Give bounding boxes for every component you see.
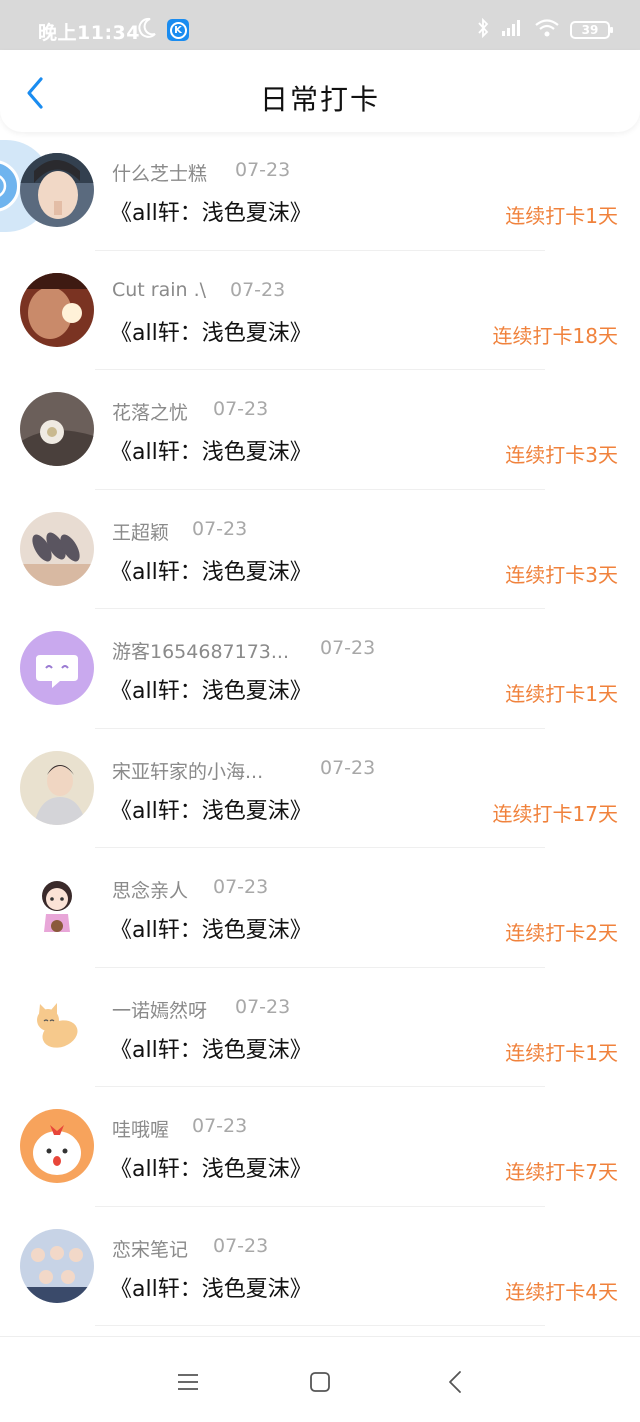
checkin-date: 07-23 bbox=[320, 756, 376, 779]
book-title[interactable]: 《all轩：浅色夏沫》 bbox=[110, 315, 312, 347]
avatar[interactable] bbox=[20, 750, 94, 825]
page-title: 日常打卡 bbox=[259, 83, 380, 116]
streak-count: 连续打卡17天 bbox=[492, 801, 618, 826]
streak-count: 连续打卡4天 bbox=[505, 1279, 618, 1304]
checkin-date: 07-23 bbox=[192, 517, 248, 540]
status-indicators: 39 bbox=[476, 17, 613, 42]
item-meta: 王超颖 07-23 bbox=[112, 518, 247, 545]
user-name[interactable]: 思念亲人 bbox=[112, 876, 188, 903]
back-nav-button[interactable] bbox=[440, 1367, 470, 1397]
list-item[interactable]: Cut rain .\ 07-23 《all轩：浅色夏沫》 连续打卡18天 bbox=[0, 251, 640, 370]
signal-icon bbox=[500, 18, 524, 42]
checkin-date: 07-23 bbox=[192, 1115, 248, 1137]
square-home-icon bbox=[310, 1372, 330, 1392]
item-meta: 思念亲人 07-23 bbox=[112, 876, 268, 903]
user-name[interactable]: 什么芝士糕 bbox=[112, 159, 207, 186]
divider bbox=[95, 1325, 545, 1326]
avatar[interactable] bbox=[20, 511, 94, 586]
list-item[interactable]: 什么芝士糕 07-23 《all轩：浅色夏沫》 连续打卡1天 bbox=[0, 131, 640, 251]
list-item[interactable]: 恋宋笔记 07-23 《all轩：浅色夏沫》 连续打卡4天 bbox=[0, 1207, 640, 1326]
book-title[interactable]: 《all轩：浅色夏沫》 bbox=[110, 434, 312, 466]
list-item[interactable]: 思念亲人 07-23 《all轩：浅色夏沫》 连续打卡2天 bbox=[0, 848, 640, 968]
list-item[interactable]: 花落之忧 07-23 《all轩：浅色夏沫》 连续打卡3天 bbox=[0, 370, 640, 490]
checkin-date: 07-23 bbox=[230, 278, 286, 301]
checkin-date: 07-23 bbox=[213, 876, 269, 898]
home-button[interactable] bbox=[305, 1367, 335, 1397]
checkin-date: 07-23 bbox=[213, 398, 269, 420]
user-name[interactable]: 花落之忧 bbox=[112, 398, 188, 425]
book-title[interactable]: 《all轩：浅色夏沫》 bbox=[110, 554, 312, 586]
list-item[interactable]: 游客1654687173... 07-23 《all轩：浅色夏沫》 连续打卡1天 bbox=[0, 609, 640, 729]
streak-count: 连续打卡3天 bbox=[505, 443, 618, 467]
book-title[interactable]: 《all轩：浅色夏沫》 bbox=[110, 793, 312, 825]
battery-icon: 39 bbox=[570, 21, 613, 39]
status-time: 晚上11:34 bbox=[38, 22, 140, 44]
item-meta: 哇哦喔 07-23 bbox=[112, 1115, 247, 1142]
list-item[interactable]: 宋亚轩家的小海... 07-23 《all轩：浅色夏沫》 连续打卡17天 bbox=[0, 729, 640, 848]
app-k-icon: K bbox=[167, 19, 189, 41]
user-name[interactable]: 哇哦喔 bbox=[112, 1115, 169, 1142]
menu-icon bbox=[178, 1374, 198, 1390]
book-title[interactable]: 《all轩：浅色夏沫》 bbox=[110, 673, 312, 705]
streak-count: 连续打卡1天 bbox=[505, 682, 618, 706]
system-nav-bar bbox=[0, 1336, 640, 1422]
streak-count: 连续打卡3天 bbox=[505, 562, 618, 587]
avatar[interactable] bbox=[20, 1228, 94, 1303]
user-name[interactable]: 一诺嫣然呀 bbox=[112, 996, 207, 1023]
list-item[interactable]: 王超颖 07-23 《all轩：浅色夏沫》 连续打卡3天 bbox=[0, 490, 640, 609]
streak-count: 连续打卡1天 bbox=[505, 204, 618, 228]
menu-button[interactable] bbox=[173, 1367, 203, 1397]
streak-count: 连续打卡1天 bbox=[505, 1040, 618, 1065]
page-header: 日常打卡 bbox=[0, 50, 640, 132]
user-name[interactable]: 游客1654687173... bbox=[112, 637, 289, 664]
item-meta: Cut rain .\ 07-23 bbox=[112, 279, 285, 301]
avatar[interactable] bbox=[20, 631, 94, 705]
avatar[interactable] bbox=[20, 870, 94, 944]
avatar[interactable] bbox=[20, 272, 94, 347]
bluetooth-icon bbox=[476, 17, 490, 42]
user-name[interactable]: Cut rain .\ bbox=[112, 279, 206, 301]
user-name[interactable]: 恋宋笔记 bbox=[112, 1235, 188, 1262]
avatar[interactable] bbox=[20, 153, 94, 227]
list-item[interactable]: 哇哦喔 07-23 《all轩：浅色夏沫》 连续打卡7天 bbox=[0, 1087, 640, 1207]
item-meta: 宋亚轩家的小海... 07-23 bbox=[112, 757, 375, 784]
status-bar: 晚上11:34 K 39 bbox=[0, 0, 640, 50]
streak-count: 连续打卡2天 bbox=[505, 921, 618, 945]
book-title[interactable]: 《all轩：浅色夏沫》 bbox=[110, 912, 312, 944]
item-meta: 恋宋笔记 07-23 bbox=[112, 1235, 268, 1262]
book-title[interactable]: 《all轩：浅色夏沫》 bbox=[110, 1032, 312, 1064]
checkin-list: 什么芝士糕 07-23 《all轩：浅色夏沫》 连续打卡1天 Cut rain … bbox=[0, 131, 640, 1326]
avatar[interactable] bbox=[20, 989, 94, 1064]
item-meta: 什么芝士糕 07-23 bbox=[112, 159, 290, 186]
checkin-date: 07-23 bbox=[235, 995, 291, 1018]
streak-count: 连续打卡18天 bbox=[492, 323, 618, 348]
checkin-date: 07-23 bbox=[235, 159, 291, 181]
item-meta: 游客1654687173... 07-23 bbox=[112, 637, 375, 664]
user-name[interactable]: 宋亚轩家的小海... bbox=[112, 757, 263, 784]
item-meta: 一诺嫣然呀 07-23 bbox=[112, 996, 290, 1023]
book-title[interactable]: 《all轩：浅色夏沫》 bbox=[110, 1151, 312, 1183]
item-meta: 花落之忧 07-23 bbox=[112, 398, 268, 425]
book-title[interactable]: 《all轩：浅色夏沫》 bbox=[110, 1271, 312, 1303]
streak-count: 连续打卡7天 bbox=[505, 1160, 618, 1184]
book-title[interactable]: 《all轩：浅色夏沫》 bbox=[110, 195, 312, 227]
moon-icon bbox=[137, 17, 157, 43]
user-name[interactable]: 王超颖 bbox=[112, 518, 169, 545]
avatar[interactable] bbox=[20, 1109, 94, 1183]
triangle-back-icon bbox=[449, 1371, 461, 1393]
wifi-icon bbox=[534, 18, 560, 42]
checkin-date: 07-23 bbox=[213, 1234, 269, 1257]
checkin-date: 07-23 bbox=[320, 637, 376, 659]
avatar[interactable] bbox=[20, 392, 94, 466]
list-item[interactable]: 一诺嫣然呀 07-23 《all轩：浅色夏沫》 连续打卡1天 bbox=[0, 968, 640, 1087]
